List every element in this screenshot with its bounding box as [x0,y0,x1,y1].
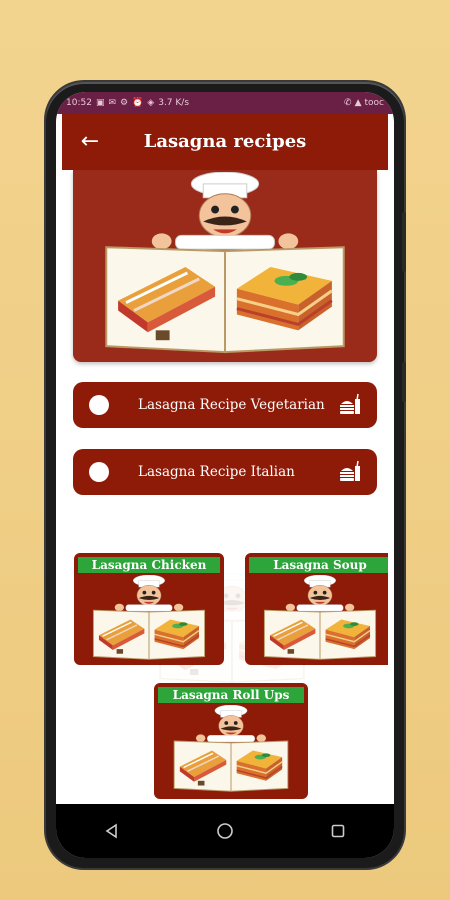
carrier-label: tooc [364,98,385,108]
recents-square-icon[interactable] [318,816,358,846]
arrow-left-icon[interactable]: ← [76,128,104,156]
card-label: Lasagna Roll Ups [158,687,304,703]
settings-icon: ⚙ [120,98,129,108]
power-button [402,362,406,402]
card-label: Lasagna Soup [249,557,388,573]
list-item-vegetarian[interactable]: Lasagna Recipe Vegetarian [73,382,377,428]
screen: 10:52 ▣ ✉ ⚙ ⏰ ◈ 3.7 K/s ✆ ▲ tooc Lasagna… [56,92,394,858]
radio-button[interactable] [89,395,109,415]
app-bar: Lasagna recipes ← [62,114,388,170]
phone-icon: ✆ [344,98,352,108]
hero-banner [73,170,377,362]
phone-frame: 10:52 ▣ ✉ ⚙ ⏰ ◈ 3.7 K/s ✆ ▲ tooc Lasagna… [46,82,406,868]
page-title: Lasagna recipes [143,131,307,152]
radio-button[interactable] [89,462,109,482]
shield-icon: ◈ [147,98,155,108]
chef-illustration [73,172,377,360]
card-label: Lasagna Chicken [78,557,220,573]
notification-icon: ▣ [95,98,105,108]
card-lasagna-soup[interactable]: Lasagna Soup [245,553,388,665]
mail-icon: ✉ [108,98,116,108]
status-time: 10:52 [66,98,92,108]
alarm-icon: ⏰ [132,98,144,108]
burger-drink-icon [340,393,360,414]
list-item-label: Lasagna Recipe Italian [138,464,295,480]
list-item-label: Lasagna Recipe Vegetarian [138,397,325,413]
network-speed: 3.7 K/s [158,98,190,108]
main-content: Lasagna Recipe Vegetarian Lasagna Recipe… [62,170,388,804]
chef-illustration [159,705,303,795]
chef-illustration [250,575,388,663]
signal-icon: ▲ [354,98,362,108]
status-bar: 10:52 ▣ ✉ ⚙ ⏰ ◈ 3.7 K/s ✆ ▲ tooc [56,92,394,114]
list-item-italian[interactable]: Lasagna Recipe Italian [73,449,377,495]
home-circle-icon[interactable] [205,816,245,846]
back-triangle-icon[interactable] [92,816,132,846]
system-nav-bar [56,804,394,858]
card-lasagna-roll-ups[interactable]: Lasagna Roll Ups [154,683,308,799]
burger-drink-icon [340,460,360,481]
volume-button [402,212,406,272]
card-lasagna-chicken[interactable]: Lasagna Chicken [74,553,224,665]
chef-illustration [79,575,219,663]
